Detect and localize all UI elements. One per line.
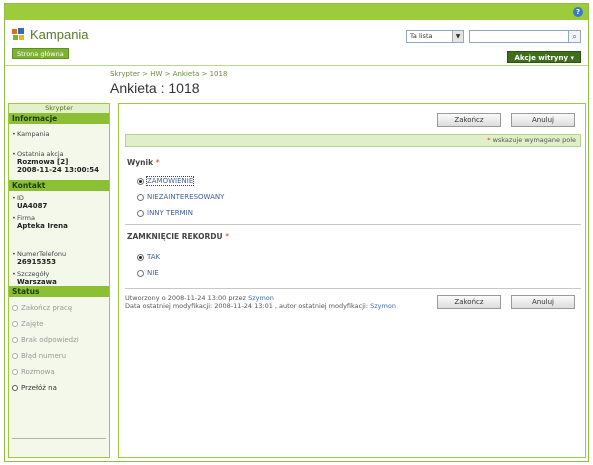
option-other-date[interactable]: INNY TERMIN <box>137 208 193 218</box>
search-scope-select[interactable]: Ta lista ▼ <box>406 30 464 43</box>
created-by-link[interactable]: Szymon <box>248 294 274 302</box>
option-not-interested[interactable]: NIEZAINTERESOWANY <box>137 192 224 202</box>
last-action-time: 2008-11-24 13:00:54 <box>17 166 100 174</box>
sidebar-divider <box>12 438 106 439</box>
cancel-button-top[interactable]: Anuluj <box>511 113 575 127</box>
finish-button-top[interactable]: Zakończ <box>437 113 501 127</box>
site-title: Kampania <box>30 27 89 42</box>
radio-icon[interactable] <box>137 194 144 201</box>
section-info: Informacje <box>9 113 109 124</box>
field-divider <box>125 224 581 225</box>
sidebar-item-campaign: Kampania <box>9 130 109 138</box>
main-panel: Zakończ Anuluj * wskazuje wymagane pole … <box>118 103 586 458</box>
header: Kampania Strona główna Ta lista ▼ ⌕ Akcj… <box>5 20 588 66</box>
modified-by-link[interactable]: Szymon <box>370 302 396 310</box>
status-busy: Zajęte <box>9 316 109 332</box>
radio-icon <box>12 353 18 359</box>
radio-icon[interactable] <box>137 178 144 185</box>
radio-icon[interactable] <box>137 270 144 277</box>
help-icon[interactable]: ? <box>573 7 583 17</box>
sidebar-item-phone: NumerTelefonu 26915353 <box>9 250 109 266</box>
radio-icon <box>12 305 18 311</box>
option-no[interactable]: NIE <box>137 268 159 278</box>
sidebar-item-last-action: Ostatnia akcja Rozmowa [2] 2008-11-24 13… <box>9 150 109 174</box>
radio-icon[interactable] <box>137 210 144 217</box>
field-label-result: Wynik * <box>127 158 160 167</box>
search-input[interactable] <box>469 30 569 43</box>
top-bar: ? <box>5 4 588 20</box>
sidebar-item-details: Szczegóły Warszawa <box>9 270 109 286</box>
option-order[interactable]: ZAMÓWIENIE <box>137 176 195 186</box>
record-metadata: Utworzony o 2008-11-24 13:00 przez Szymo… <box>125 294 396 310</box>
company-value: Apteka Irena <box>17 222 68 230</box>
browser-frame: ? Kampania Strona główna Ta lista ▼ ⌕ Ak… <box>4 3 589 462</box>
status-no-answer: Brak odpowiedzi <box>9 332 109 348</box>
sidebar-caption: Skrypter <box>9 104 109 113</box>
details-value: Warszawa <box>17 278 57 286</box>
radio-icon[interactable] <box>137 254 144 261</box>
sidebar: Skrypter Informacje Kampania Ostatnia ak… <box>8 103 110 458</box>
finish-button-bottom[interactable]: Zakończ <box>437 295 501 309</box>
radio-icon <box>12 337 18 343</box>
page-title: Ankieta : 1018 <box>110 80 200 96</box>
meta-divider <box>125 288 581 289</box>
search-scope-value: Ta lista <box>410 32 433 40</box>
field-label-close-record: ZAMKNIĘCIE REKORDU * <box>127 232 229 241</box>
contact-id-value: UA4087 <box>17 202 48 210</box>
section-contact: Kontakt <box>9 180 109 191</box>
site-logo[interactable]: Kampania <box>12 27 89 42</box>
status-wrong-number: Błąd numeru <box>9 348 109 364</box>
phone-value: 26915353 <box>17 258 56 266</box>
chevron-down-icon[interactable]: ▼ <box>452 31 463 42</box>
sidebar-item-id: ID UA4087 <box>9 194 109 210</box>
option-yes[interactable]: TAK <box>137 252 160 262</box>
breadcrumb[interactable]: Skrypter > HW > Ankieta > 1018 <box>110 70 227 78</box>
section-status: Status <box>9 286 109 297</box>
radio-icon[interactable] <box>12 385 18 391</box>
site-actions-menu[interactable]: Akcje witryny ▾ <box>507 51 581 63</box>
sharepoint-logo-icon <box>12 28 26 41</box>
radio-icon <box>12 321 18 327</box>
search-icon[interactable]: ⌕ <box>569 30 581 43</box>
sidebar-item-company: Firma Apteka Irena <box>9 214 109 230</box>
site-actions-label: Akcje witryny <box>514 54 569 62</box>
cancel-button-bottom[interactable]: Anuluj <box>511 295 575 309</box>
status-finish-work: Zakończ pracę <box>9 300 109 316</box>
status-reschedule[interactable]: Przełóż na <box>9 380 109 396</box>
required-note-bar: * wskazuje wymagane pole <box>125 134 581 147</box>
radio-icon <box>12 369 18 375</box>
status-conversation: Rozmowa <box>9 364 109 380</box>
search-area: Ta lista ▼ ⌕ <box>406 30 581 43</box>
last-action-value: Rozmowa [2] <box>17 158 69 166</box>
home-tab[interactable]: Strona główna <box>12 48 69 59</box>
